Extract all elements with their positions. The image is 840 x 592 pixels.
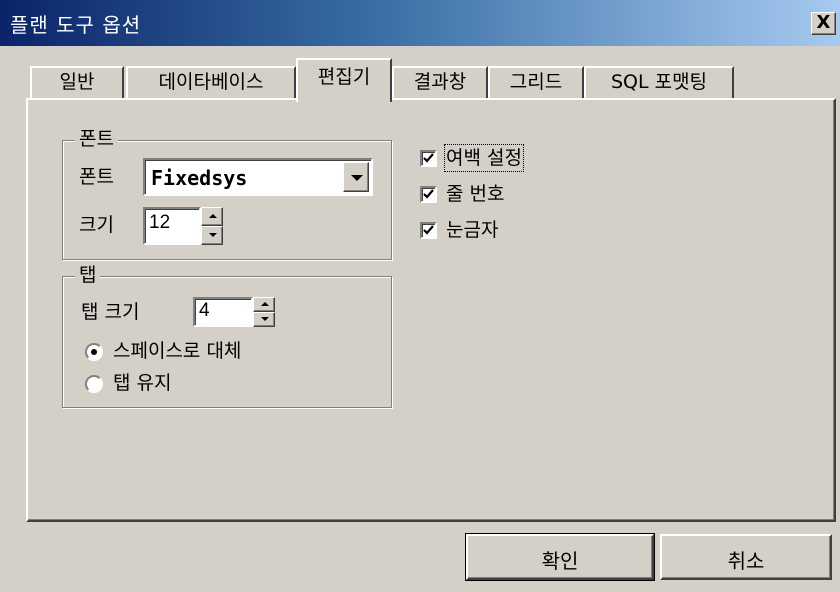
arrow-down-icon bbox=[261, 317, 269, 321]
title-bar[interactable]: 플랜 도구 옵션 X bbox=[0, 0, 840, 46]
checkbox-margin[interactable] bbox=[420, 150, 437, 167]
tab-groupbox: 탭 탭 크기 4 스페이스로 대체 탭 유지 bbox=[62, 263, 392, 408]
font-size-up-button[interactable] bbox=[201, 207, 223, 226]
tab-label: 편집기 bbox=[317, 66, 371, 88]
checkbox-ruler[interactable] bbox=[420, 222, 437, 239]
font-dropdown-button[interactable] bbox=[343, 162, 369, 192]
radio-selected-dot bbox=[91, 349, 97, 355]
tab-label: 데이타베이스 bbox=[158, 71, 264, 93]
cancel-button[interactable]: 취소 bbox=[660, 534, 832, 580]
tab-size-value: 4 bbox=[199, 300, 210, 321]
chevron-down-icon bbox=[351, 175, 363, 181]
tab-editor[interactable]: 편집기 bbox=[296, 58, 392, 102]
active-tab-joint bbox=[298, 98, 388, 102]
checkbox-ruler-label[interactable]: 눈금자 bbox=[446, 218, 498, 242]
check-icon bbox=[423, 225, 434, 235]
arrow-up-icon bbox=[209, 214, 217, 218]
radio-keep-tabs-label[interactable]: 탭 유지 bbox=[113, 371, 171, 395]
tab-label: SQL 포맷팅 bbox=[610, 71, 708, 93]
font-size-field[interactable]: 12 bbox=[143, 207, 201, 245]
arrow-up-icon bbox=[261, 302, 269, 306]
arrow-down-icon bbox=[209, 233, 217, 237]
tab-size-up-button[interactable] bbox=[253, 297, 275, 312]
window-title: 플랜 도구 옵션 bbox=[10, 13, 142, 37]
size-label: 크기 bbox=[79, 214, 114, 236]
tab-size-label: 탭 크기 bbox=[81, 301, 140, 323]
tab-database[interactable]: 데이타베이스 bbox=[126, 66, 296, 100]
ok-button-label: 확인 bbox=[541, 549, 579, 573]
tab-label: 그리드 bbox=[509, 71, 563, 93]
checkbox-line-numbers-label[interactable]: 줄 번호 bbox=[446, 182, 504, 206]
ok-button[interactable]: 확인 bbox=[465, 533, 655, 581]
radio-replace-spaces[interactable] bbox=[85, 343, 103, 361]
tab-group-legend: 탭 bbox=[75, 263, 101, 287]
tab-size-down-button[interactable] bbox=[253, 312, 275, 327]
font-size-down-button[interactable] bbox=[201, 226, 223, 245]
tab-sql-formatting[interactable]: SQL 포맷팅 bbox=[584, 66, 734, 100]
font-select-value: Fixedsys bbox=[151, 166, 248, 190]
tab-general[interactable]: 일반 bbox=[30, 66, 124, 100]
radio-keep-tabs[interactable] bbox=[85, 375, 103, 393]
check-icon bbox=[423, 189, 434, 199]
tab-label: 결과창 bbox=[413, 71, 467, 93]
tab-panel-editor: 폰트 폰트 Fixedsys 크기 12 탭 탭 크기 4 스페이스로 대체 탭… bbox=[26, 98, 836, 522]
tab-results[interactable]: 결과창 bbox=[392, 66, 488, 100]
font-size-value: 12 bbox=[149, 212, 171, 233]
font-groupbox: 폰트 폰트 Fixedsys 크기 12 bbox=[62, 127, 392, 260]
options-dialog: 플랜 도구 옵션 X 일반 데이타베이스 편집기 결과창 그리드 SQL 포맷팅… bbox=[0, 0, 840, 592]
check-icon bbox=[423, 153, 434, 163]
font-group-legend: 폰트 bbox=[75, 127, 118, 151]
tab-label: 일반 bbox=[59, 71, 95, 93]
radio-replace-spaces-label[interactable]: 스페이스로 대체 bbox=[113, 339, 241, 363]
close-icon: X bbox=[816, 12, 831, 33]
close-button[interactable]: X bbox=[811, 12, 836, 35]
tab-size-field[interactable]: 4 bbox=[193, 297, 253, 327]
font-label: 폰트 bbox=[79, 166, 114, 188]
font-select[interactable]: Fixedsys bbox=[143, 158, 373, 196]
cancel-button-label: 취소 bbox=[727, 549, 765, 573]
checkbox-line-numbers[interactable] bbox=[420, 186, 437, 203]
tab-grid[interactable]: 그리드 bbox=[488, 66, 584, 100]
checkbox-margin-label[interactable]: 여백 설정 bbox=[444, 144, 524, 172]
